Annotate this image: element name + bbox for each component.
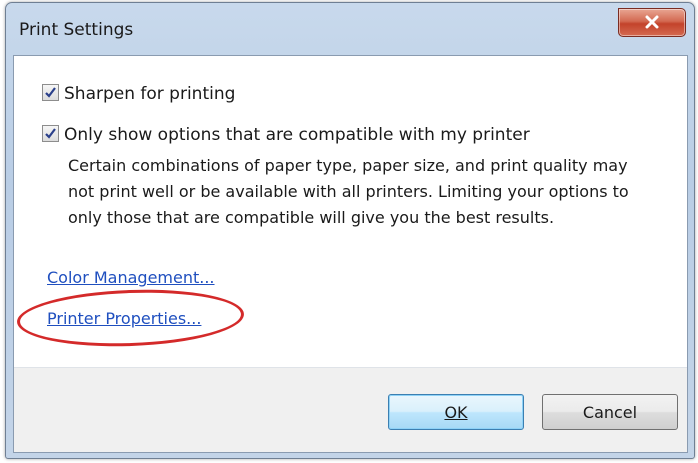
cancel-button[interactable]: Cancel bbox=[542, 394, 678, 430]
checkmark-icon bbox=[45, 128, 56, 139]
dialog-title: Print Settings bbox=[19, 20, 134, 40]
sharpen-checkbox[interactable] bbox=[42, 84, 59, 101]
sharpen-option[interactable]: Sharpen for printing bbox=[42, 84, 235, 104]
print-settings-dialog: Print Settings Sharpen for printing Only… bbox=[5, 2, 695, 459]
annotation-circle bbox=[16, 286, 245, 350]
dialog-content: Sharpen for printing Only show options t… bbox=[13, 55, 688, 453]
close-icon bbox=[645, 15, 659, 29]
compatible-checkbox[interactable] bbox=[42, 125, 59, 142]
description-line: Certain combinations of paper type, pape… bbox=[68, 156, 628, 175]
close-button[interactable] bbox=[618, 8, 686, 37]
ok-button-label: OK bbox=[444, 402, 468, 422]
description-line: only those that are compatible will give… bbox=[68, 208, 555, 227]
compatible-label: Only show options that are compatible wi… bbox=[64, 125, 530, 145]
ok-button[interactable]: OK bbox=[388, 394, 524, 430]
cancel-button-label: Cancel bbox=[582, 402, 638, 422]
sharpen-label: Sharpen for printing bbox=[64, 84, 236, 104]
color-management-link[interactable]: Color Management... bbox=[47, 268, 215, 287]
description-line: not print well or be available with all … bbox=[68, 182, 629, 201]
checkmark-icon bbox=[45, 87, 56, 98]
title-bar[interactable]: Print Settings bbox=[6, 3, 694, 53]
compatible-description: Certain combinations of paper type, pape… bbox=[68, 153, 688, 231]
compatible-option[interactable]: Only show options that are compatible wi… bbox=[42, 125, 530, 145]
